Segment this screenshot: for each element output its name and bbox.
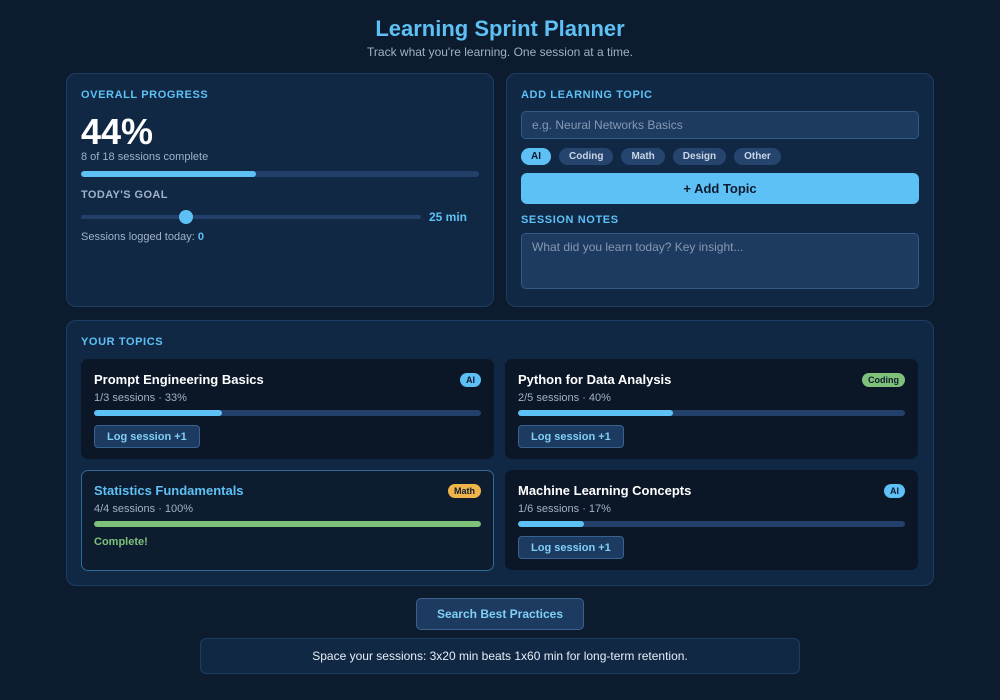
topic-progress-bar bbox=[94, 410, 481, 416]
add-topic-label: ADD LEARNING TOPIC bbox=[521, 89, 653, 101]
goal-slider-thumb[interactable] bbox=[179, 210, 194, 224]
topic-sessions-meta: 1/6 sessions · 17% bbox=[518, 503, 611, 515]
goal-slider[interactable] bbox=[81, 210, 421, 224]
overall-percent: 44% bbox=[81, 111, 154, 152]
goal-slider-row: 25 min bbox=[81, 209, 479, 225]
session-notes-label: SESSION NOTES bbox=[521, 214, 619, 226]
session-notes-input[interactable] bbox=[521, 233, 919, 289]
todays-goal-label: TODAY'S GOAL bbox=[81, 189, 168, 201]
topics-grid: Prompt Engineering Basics AI 1/3 sessions … bbox=[81, 359, 919, 571]
your-topics-panel: YOUR TOPICS Prompt Engineering Basics AI 1… bbox=[66, 320, 934, 586]
add-topic-button[interactable]: + Add Topic bbox=[521, 173, 919, 204]
topic-name-input[interactable] bbox=[521, 111, 919, 139]
log-session-button[interactable]: Log session +1 bbox=[518, 536, 624, 559]
app-title: Learning Sprint Planner bbox=[375, 16, 625, 41]
topic-title: Statistics Fundamentals bbox=[94, 483, 244, 498]
topic-progress-fill bbox=[94, 410, 222, 416]
your-topics-label: YOUR TOPICS bbox=[81, 336, 164, 348]
topic-sessions-meta: 4/4 sessions · 100% bbox=[94, 503, 194, 515]
topic-header: Machine Learning Concepts AI bbox=[518, 483, 905, 498]
overall-progress-panel: OVERALL PROGRESS 44% 8 of 18 sessions co… bbox=[66, 73, 494, 307]
sessions-logged-label: Sessions logged today: bbox=[81, 231, 195, 243]
sessions-complete-text: 8 of 18 sessions complete bbox=[81, 151, 209, 163]
topic-progress-bar bbox=[518, 521, 905, 527]
category-chip-other[interactable]: Other bbox=[734, 148, 781, 165]
topic-card: Statistics Fundamentals Math 4/4 sessions … bbox=[81, 470, 494, 571]
topic-title: Python for Data Analysis bbox=[518, 372, 672, 387]
topic-sessions-meta: 1/3 sessions · 33% bbox=[94, 392, 187, 404]
log-session-button[interactable]: Log session +1 bbox=[94, 425, 200, 448]
topic-header: Python for Data Analysis Coding bbox=[518, 372, 905, 387]
category-chip-design[interactable]: Design bbox=[672, 148, 727, 165]
search-best-practices-button[interactable]: Search Best Practices bbox=[416, 598, 584, 630]
category-chip-ai[interactable]: AI bbox=[521, 148, 551, 165]
sessions-logged-count: 0 bbox=[197, 231, 204, 243]
tip-box: Space your sessions: 3x20 min beats 1x60… bbox=[200, 638, 800, 674]
add-topic-panel: ADD LEARNING TOPIC AI Coding Math Design Oth… bbox=[506, 73, 934, 307]
topic-progress-fill bbox=[94, 521, 481, 527]
category-badge: AI bbox=[884, 483, 905, 498]
header: Learning Sprint Planner Track what you'r… bbox=[0, 0, 1000, 59]
category-chip-math[interactable]: Math bbox=[621, 148, 665, 165]
category-chips: AI Coding Math Design Other bbox=[521, 148, 919, 165]
overall-progress-label: OVERALL PROGRESS bbox=[81, 89, 209, 101]
topic-card: Python for Data Analysis Coding 2/5 sessio… bbox=[505, 359, 918, 459]
topic-card: Prompt Engineering Basics AI 1/3 sessions … bbox=[81, 359, 494, 459]
topic-header: Statistics Fundamentals Math bbox=[94, 483, 481, 498]
topic-sessions-meta: 2/5 sessions · 40% bbox=[518, 392, 611, 404]
category-chip-coding[interactable]: Coding bbox=[559, 148, 614, 165]
topic-progress-bar bbox=[94, 521, 481, 527]
goal-value: 25 min bbox=[429, 210, 468, 224]
sessions-logged-today: Sessions logged today: 0 bbox=[81, 231, 479, 243]
overall-progress-fill bbox=[81, 171, 257, 177]
topic-card: Machine Learning Concepts AI 1/6 sessions … bbox=[505, 470, 918, 570]
topic-progress-bar bbox=[518, 410, 905, 416]
category-badge: AI bbox=[460, 372, 481, 387]
category-badge: Math bbox=[448, 483, 481, 498]
topic-title: Prompt Engineering Basics bbox=[94, 372, 264, 387]
topic-progress-fill bbox=[518, 410, 673, 416]
topic-progress-fill bbox=[518, 521, 584, 527]
topic-complete-label: Complete! bbox=[94, 536, 148, 548]
log-session-button[interactable]: Log session +1 bbox=[518, 425, 624, 448]
topic-title: Machine Learning Concepts bbox=[518, 483, 692, 498]
topic-header: Prompt Engineering Basics AI bbox=[94, 372, 481, 387]
category-badge: Coding bbox=[862, 372, 905, 387]
app-subtitle: Track what you're learning. One session … bbox=[367, 45, 633, 59]
overall-progress-bar bbox=[81, 171, 479, 177]
